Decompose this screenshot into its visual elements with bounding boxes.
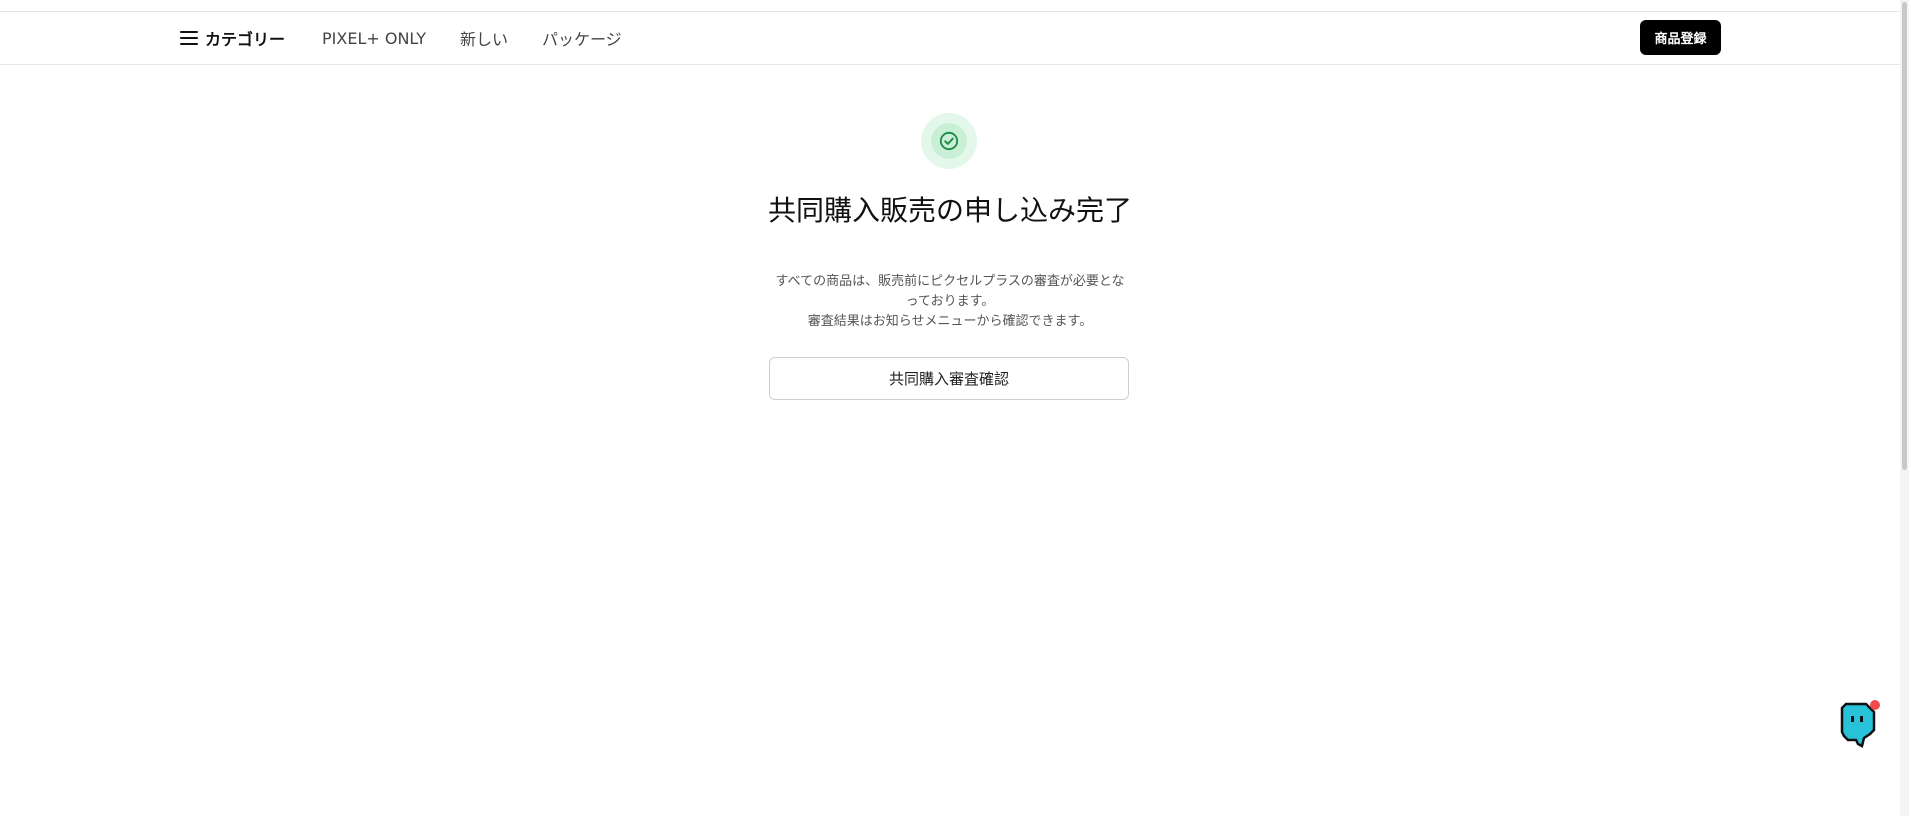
description-line: すべての商品は、販売前にピクセルプラスの審査が必要とな xyxy=(775,274,1125,289)
top-strip xyxy=(0,0,1900,12)
register-product-button[interactable]: 商品登録 xyxy=(1640,20,1721,55)
hamburger-icon[interactable] xyxy=(180,31,198,45)
nav-link-new[interactable]: 新しい xyxy=(460,26,508,50)
nav-link-pixel-only[interactable]: PIXEL+ ONLY xyxy=(322,29,426,48)
success-badge xyxy=(921,113,977,169)
scrollbar-thumb[interactable] xyxy=(1902,2,1907,470)
chat-mascot-icon[interactable] xyxy=(1836,698,1884,752)
nav-link-package[interactable]: パッケージ xyxy=(542,26,622,50)
page-title: 共同購入販売の申し込み完了 xyxy=(767,194,1132,227)
nav-left: カテゴリー PIXEL+ ONLY 新しい パッケージ xyxy=(180,12,656,64)
category-menu-button[interactable]: カテゴリー xyxy=(180,26,285,50)
check-circle-icon xyxy=(931,123,967,159)
description: すべての商品は、販売前にピクセルプラスの審査が必要とな っております。 審査結果… xyxy=(760,272,1140,332)
navbar: カテゴリー PIXEL+ ONLY 新しい パッケージ 商品登録 xyxy=(0,12,1900,65)
scrollbar[interactable] xyxy=(1900,0,1909,816)
category-menu-label: カテゴリー xyxy=(205,30,286,49)
review-confirm-button[interactable]: 共同購入審査確認 xyxy=(769,357,1129,400)
description-line: っております。 xyxy=(905,294,995,309)
description-line: 審査結果はお知らせメニューから確認できます。 xyxy=(807,314,1093,329)
